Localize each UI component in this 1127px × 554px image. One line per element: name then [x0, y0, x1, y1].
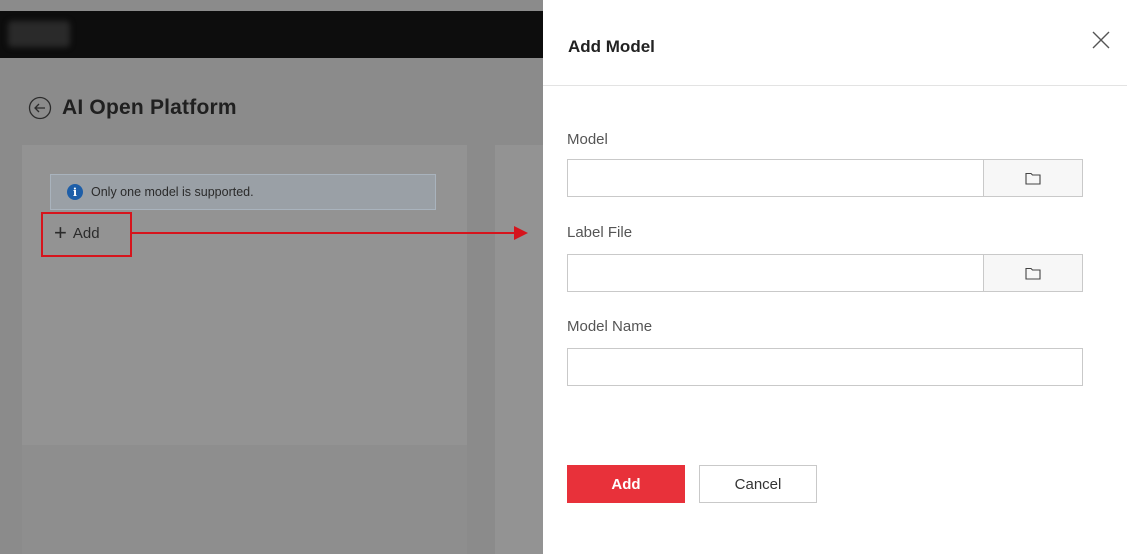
label-file-field — [567, 254, 1083, 292]
back-arrow-icon[interactable] — [28, 96, 52, 120]
info-bar: i Only one model is supported. — [50, 174, 436, 210]
label-file-label: Label File — [567, 224, 633, 241]
side-panel — [495, 145, 543, 554]
model-name-label: Model Name — [567, 318, 653, 335]
background-app: AI Open Platform i Only one model is sup… — [0, 0, 543, 554]
callout-highlight-box — [41, 212, 132, 257]
dialog-title: Add Model — [568, 37, 655, 56]
page-header: AI Open Platform — [28, 96, 237, 120]
model-label: Model — [567, 131, 608, 148]
folder-icon — [1025, 267, 1041, 280]
model-browse-button[interactable] — [983, 160, 1082, 196]
close-icon[interactable] — [1090, 29, 1112, 51]
model-file-field — [567, 159, 1083, 197]
model-input[interactable] — [568, 160, 983, 196]
model-name-input[interactable] — [567, 348, 1083, 386]
add-model-dialog: Add Model Model Label File Model Name Ad… — [543, 11, 1127, 554]
callout-arrow-line — [132, 232, 516, 234]
callout-arrow-head — [514, 226, 528, 240]
info-icon: i — [67, 184, 83, 200]
dialog-header: Add Model — [543, 11, 1127, 86]
cancel-button[interactable]: Cancel — [699, 465, 817, 503]
top-bar — [0, 11, 543, 58]
label-file-browse-button[interactable] — [983, 255, 1082, 291]
blurred-logo — [8, 21, 70, 47]
folder-icon — [1025, 172, 1041, 185]
info-message: Only one model is supported. — [91, 185, 254, 199]
model-panel-lower — [22, 445, 467, 554]
label-file-input[interactable] — [568, 255, 983, 291]
add-button[interactable]: Add — [567, 465, 685, 503]
page-title: AI Open Platform — [62, 96, 237, 119]
